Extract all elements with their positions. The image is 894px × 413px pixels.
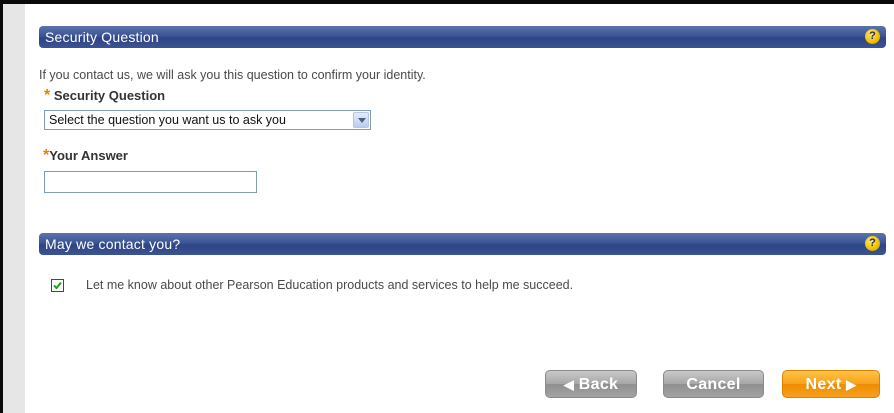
your-answer-label: *Your Answer bbox=[43, 147, 128, 165]
cancel-button-label: Cancel bbox=[686, 376, 741, 393]
contact-consent-label: Let me know about other Pearson Educatio… bbox=[86, 278, 574, 292]
next-button[interactable]: Next ▶ bbox=[782, 370, 880, 398]
checkmark-icon bbox=[53, 281, 62, 290]
cancel-button[interactable]: Cancel bbox=[663, 370, 764, 398]
help-icon[interactable]: ? bbox=[865, 236, 880, 251]
security-question-label-text: Security Question bbox=[53, 88, 166, 103]
security-question-section-title: Security Question bbox=[45, 29, 159, 45]
security-question-select[interactable]: Select the question you want us to ask y… bbox=[44, 110, 371, 130]
security-question-label: * Security Question bbox=[44, 87, 165, 105]
contact-header: May we contact you? ? bbox=[39, 233, 886, 255]
contact-section-title: May we contact you? bbox=[45, 236, 181, 252]
security-question-header: Security Question ? bbox=[39, 26, 886, 48]
contact-consent-checkbox[interactable] bbox=[51, 279, 64, 292]
your-answer-input[interactable] bbox=[44, 171, 257, 193]
chevron-down-icon[interactable] bbox=[353, 112, 369, 128]
back-button-label: Back bbox=[578, 376, 619, 393]
security-intro-text: If you contact us, we will ask you this … bbox=[39, 68, 426, 82]
your-answer-label-text: Your Answer bbox=[49, 148, 128, 163]
triangle-right-icon: ▶ bbox=[846, 377, 857, 392]
required-asterisk: * bbox=[44, 87, 51, 104]
window-frame-top bbox=[0, 0, 894, 4]
triangle-left-icon: ◀ bbox=[563, 377, 575, 392]
back-button[interactable]: ◀ Back bbox=[545, 370, 637, 398]
next-button-label: Next bbox=[805, 376, 842, 393]
help-icon[interactable]: ? bbox=[865, 29, 880, 44]
security-question-select-value: Select the question you want us to ask y… bbox=[49, 113, 286, 127]
left-gutter bbox=[3, 4, 25, 413]
